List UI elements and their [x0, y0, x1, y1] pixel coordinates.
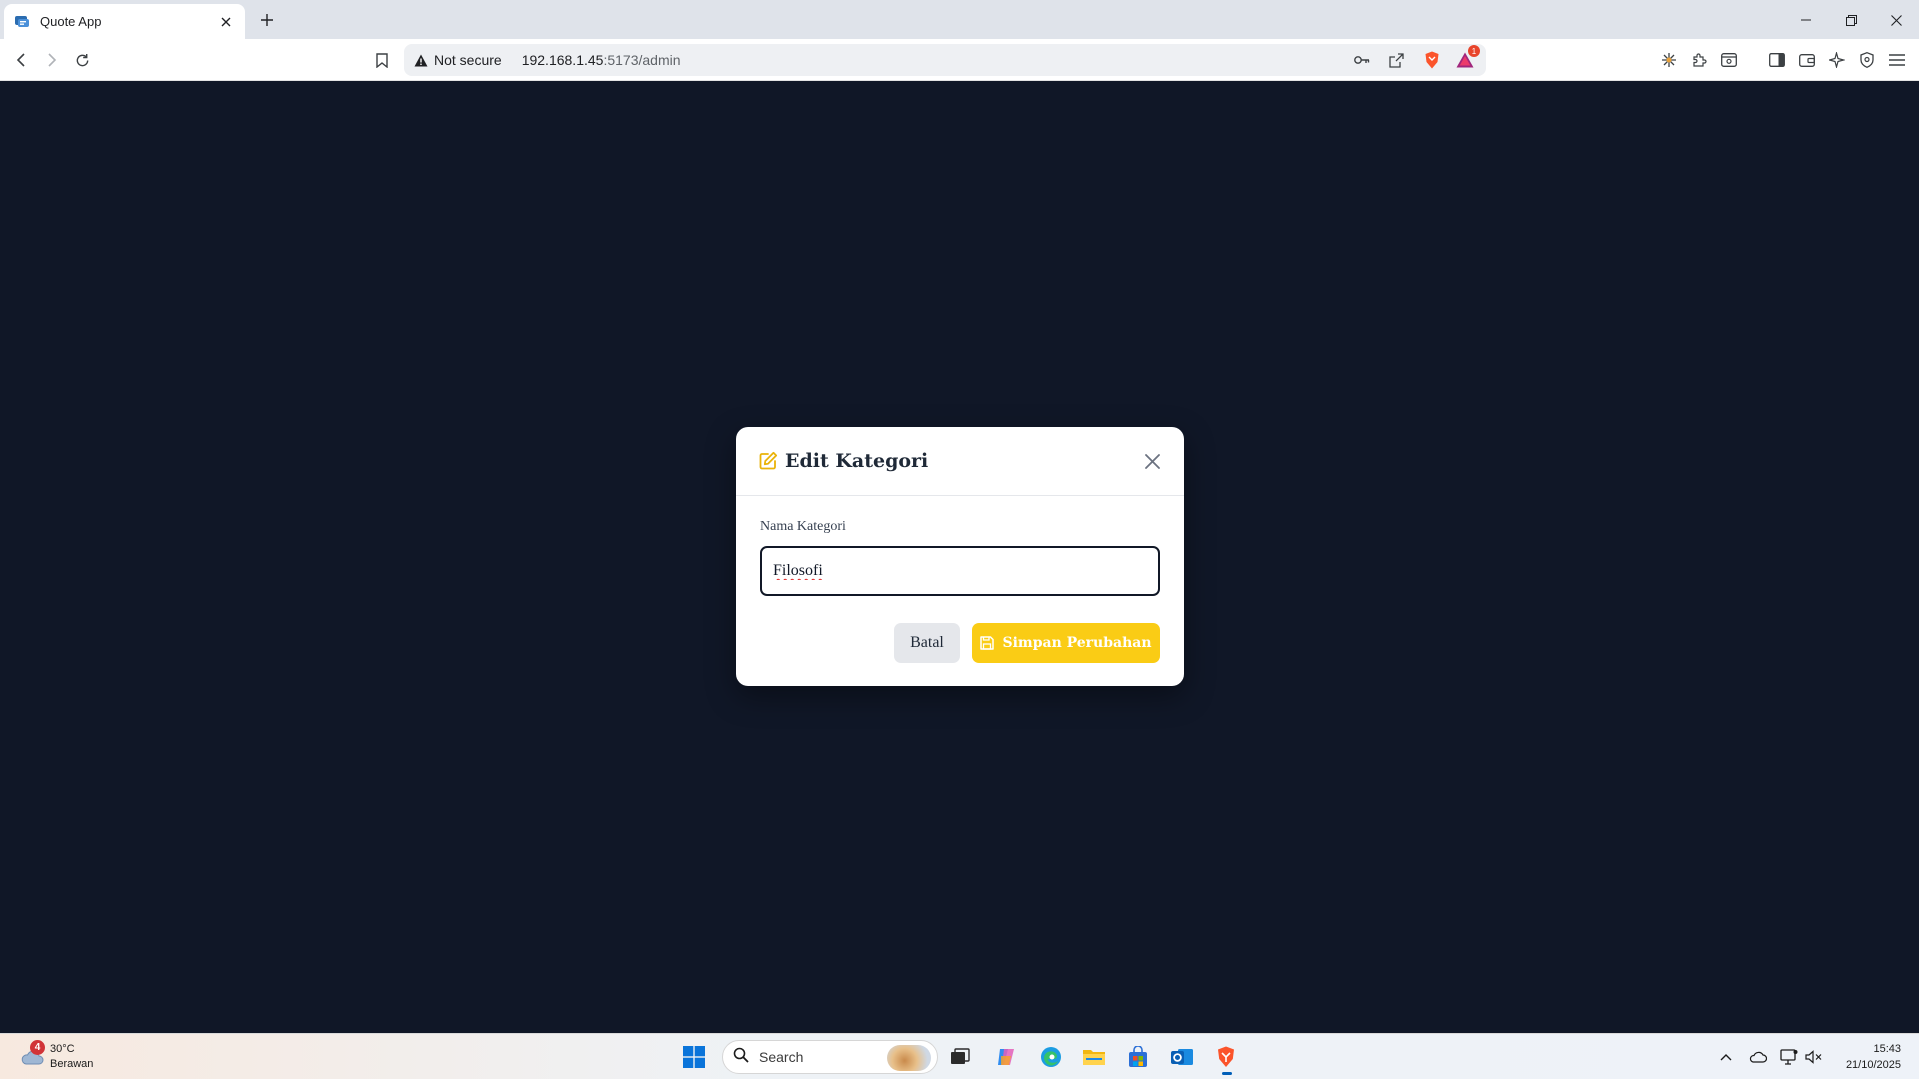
tab-title: Quote App — [40, 14, 102, 29]
weather-temperature: 30°C — [50, 1043, 75, 1055]
file-explorer-icon[interactable] — [1078, 1041, 1110, 1073]
show-hidden-icons-chevron-icon[interactable] — [1716, 1047, 1736, 1067]
extensions-puzzle-icon[interactable] — [1688, 49, 1710, 71]
reload-icon[interactable] — [71, 49, 93, 71]
category-name-input[interactable] — [760, 546, 1160, 596]
share-icon[interactable] — [1385, 49, 1407, 71]
tab-close-icon[interactable] — [217, 13, 235, 31]
copilot-icon[interactable] — [990, 1041, 1022, 1073]
edit-category-modal: Edit Kategori Nama Kategori Batal Simpan… — [736, 427, 1184, 686]
modal-close-icon[interactable] — [1140, 449, 1164, 473]
menu-hamburger-icon[interactable] — [1886, 49, 1908, 71]
url-text[interactable]: 192.168.1.45:5173/admin — [522, 52, 681, 68]
window-close-icon[interactable] — [1878, 6, 1914, 34]
restore-icon[interactable] — [1833, 6, 1869, 34]
leo-ai-icon[interactable] — [1658, 49, 1680, 71]
search-placeholder: Search — [759, 1049, 804, 1065]
windows-taskbar: 4 30°C Berawan Search 15:43 21/10/2025 — [0, 1033, 1919, 1079]
warning-triangle-icon[interactable] — [414, 54, 428, 67]
tab-search-icon[interactable] — [1718, 49, 1740, 71]
cancel-button[interactable]: Batal — [894, 623, 960, 663]
new-tab-button[interactable] — [256, 9, 278, 31]
active-app-indicator — [1222, 1072, 1232, 1075]
save-changes-button[interactable]: Simpan Perubahan — [972, 623, 1160, 663]
search-icon — [733, 1047, 749, 1068]
volume-muted-icon[interactable] — [1804, 1047, 1824, 1067]
weather-widget[interactable]: 4 30°C Berawan — [16, 1040, 126, 1074]
taskbar-search-box[interactable]: Search — [722, 1040, 938, 1074]
password-key-icon[interactable] — [1351, 49, 1373, 71]
brave-shields-icon[interactable] — [1421, 49, 1443, 71]
brave-taskbar-icon[interactable] — [1210, 1041, 1242, 1075]
admin-page-backdrop: Edit Kategori Nama Kategori Batal Simpan… — [0, 81, 1919, 1033]
search-highlight-image — [887, 1045, 931, 1071]
weather-alert-badge: 4 — [30, 1040, 45, 1055]
microsoft-store-icon[interactable] — [1122, 1041, 1154, 1073]
modal-actions: Batal Simpan Perubahan — [894, 623, 1160, 663]
forward-arrow-icon[interactable] — [40, 49, 62, 71]
edge-browser-icon[interactable] — [1035, 1041, 1067, 1073]
wallet-icon[interactable] — [1796, 49, 1818, 71]
bookmark-icon[interactable] — [371, 49, 393, 71]
vpn-shield-icon[interactable] — [1856, 49, 1878, 71]
browser-tabstrip: Quote App — [0, 0, 1919, 39]
network-icon[interactable] — [1779, 1047, 1799, 1067]
weather-description: Berawan — [50, 1058, 94, 1070]
outlook-icon[interactable] — [1166, 1041, 1198, 1073]
windows-start-icon[interactable] — [678, 1041, 710, 1073]
back-arrow-icon[interactable] — [11, 49, 33, 71]
modal-body: Nama Kategori — [736, 496, 1184, 596]
url-path: :5173/admin — [603, 52, 681, 68]
rewards-badge: 1 — [1468, 45, 1480, 57]
sidebar-toggle-icon[interactable] — [1766, 49, 1788, 71]
browser-toolbar: Not secure 192.168.1.45:5173/admin 1 — [0, 39, 1919, 81]
modal-header: Edit Kategori — [736, 427, 1184, 496]
edit-pencil-icon — [758, 451, 778, 471]
clock-time: 15:43 — [1873, 1043, 1901, 1055]
clock-date: 21/10/2025 — [1845, 1059, 1901, 1071]
modal-title: Edit Kategori — [785, 450, 929, 472]
task-view-icon[interactable] — [944, 1041, 976, 1073]
address-bar[interactable]: Not secure 192.168.1.45:5173/admin 1 — [404, 44, 1486, 76]
save-changes-label: Simpan Perubahan — [1002, 635, 1152, 651]
leo-sparkle-icon[interactable] — [1826, 49, 1848, 71]
brave-rewards-icon[interactable]: 1 — [1454, 45, 1480, 71]
save-floppy-icon — [980, 636, 995, 650]
category-name-label: Nama Kategori — [760, 519, 846, 534]
onedrive-cloud-icon[interactable] — [1748, 1047, 1768, 1067]
minimize-icon[interactable] — [1788, 6, 1824, 34]
app-favicon-icon — [14, 14, 30, 30]
system-clock[interactable]: 15:43 21/10/2025 — [1846, 1041, 1901, 1073]
url-host: 192.168.1.45 — [521, 52, 604, 68]
not-secure-label[interactable]: Not secure — [434, 52, 502, 68]
tab-quote-app[interactable]: Quote App — [4, 4, 245, 39]
